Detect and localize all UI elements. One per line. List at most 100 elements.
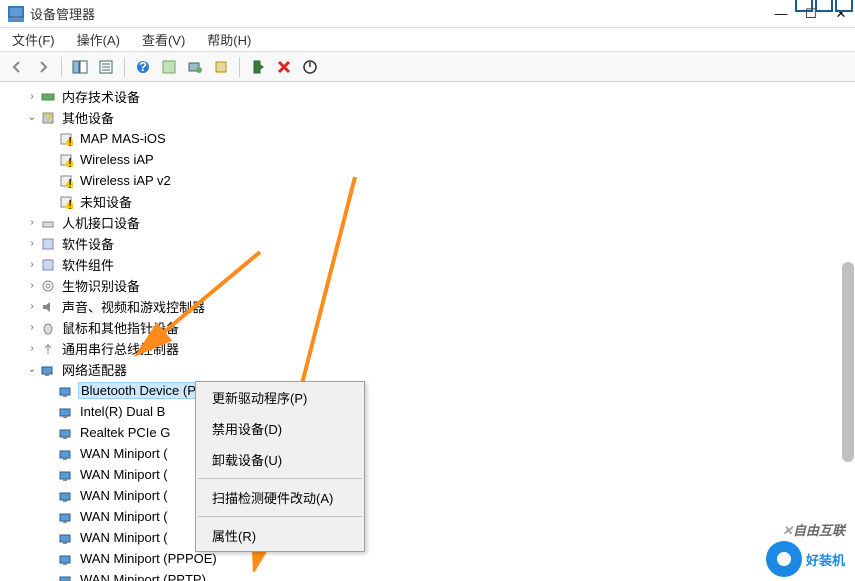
disable-device-button[interactable] xyxy=(299,56,321,78)
network-adapter-icon xyxy=(58,572,74,581)
tree-node-software-components[interactable]: › 软件组件 xyxy=(0,254,855,275)
ctx-properties[interactable]: 属性(R) xyxy=(196,520,364,551)
nav-back-button[interactable] xyxy=(6,56,28,78)
expand-icon[interactable]: › xyxy=(26,322,38,334)
tree-node-sound[interactable]: › 声音、视频和游戏控制器 xyxy=(0,296,855,317)
window-title: 设备管理器 xyxy=(30,4,775,23)
network-adapter-icon xyxy=(58,383,74,399)
unknown-device-icon: ! xyxy=(58,131,74,147)
collapse-icon[interactable]: ⌄ xyxy=(26,364,38,376)
tree-node-bluetooth-pan[interactable]: Bluetooth Device (Personal Area Network) xyxy=(0,380,855,401)
unknown-device-icon: ! xyxy=(58,152,74,168)
refresh-button[interactable] xyxy=(158,56,180,78)
expand-icon[interactable]: › xyxy=(26,343,38,355)
tree-node-wan-miniport[interactable]: WAN Miniport ( xyxy=(0,443,855,464)
unknown-device-icon: ! xyxy=(58,173,74,189)
tree-node-network-adapters[interactable]: ⌄ 网络适配器 xyxy=(0,359,855,380)
software-device-icon xyxy=(40,236,56,252)
tree-node-wan-miniport[interactable]: WAN Miniport ( xyxy=(0,506,855,527)
network-adapter-icon xyxy=(58,467,74,483)
context-menu-separator xyxy=(198,516,362,517)
svg-text:!: ! xyxy=(68,197,72,209)
tree-node-wireless-iap-v2[interactable]: ! Wireless iAP v2 xyxy=(0,170,855,191)
other-devices-icon: ? xyxy=(40,110,56,126)
watermark-haozhuangji: 好装机 xyxy=(766,541,845,577)
software-component-icon xyxy=(40,257,56,273)
show-hide-console-button[interactable] xyxy=(69,56,91,78)
memory-icon xyxy=(40,89,56,105)
network-adapter-icon xyxy=(40,362,56,378)
external-window-decorations xyxy=(795,0,853,12)
minimize-button[interactable]: — xyxy=(775,8,787,20)
tree-node-wan-miniport-pptp[interactable]: WAN Miniport (PPTP) xyxy=(0,569,855,581)
expand-icon[interactable]: › xyxy=(26,280,38,292)
menu-action[interactable]: 操作(A) xyxy=(73,28,124,51)
tree-node-other-devices[interactable]: ⌄ ? 其他设备 xyxy=(0,107,855,128)
tree-node-realtek[interactable]: Realtek PCIe G xyxy=(0,422,855,443)
nav-forward-button[interactable] xyxy=(32,56,54,78)
device-tree[interactable]: › 内存技术设备 ⌄ ? 其他设备 ! MAP MAS-iOS ! Wirele… xyxy=(0,82,855,581)
ctx-scan-hardware[interactable]: 扫描检测硬件改动(A) xyxy=(196,482,364,513)
toolbar: ? xyxy=(0,52,855,82)
tree-node-hid[interactable]: › 人机接口设备 xyxy=(0,212,855,233)
help-button[interactable]: ? xyxy=(132,56,154,78)
menu-view[interactable]: 查看(V) xyxy=(138,28,189,51)
ctx-uninstall-device[interactable]: 卸载设备(U) xyxy=(196,444,364,475)
expand-icon[interactable]: › xyxy=(26,238,38,250)
ctx-disable-device[interactable]: 禁用设备(D) xyxy=(196,413,364,444)
vertical-scrollbar[interactable] xyxy=(842,262,854,462)
expand-icon[interactable]: › xyxy=(26,301,38,313)
svg-text:?: ? xyxy=(44,111,51,125)
network-adapter-icon xyxy=(58,551,74,567)
svg-text:!: ! xyxy=(68,134,72,146)
tree-node-mouse[interactable]: › 鼠标和其他指针设备 xyxy=(0,317,855,338)
uninstall-device-button[interactable] xyxy=(273,56,295,78)
update-driver-button[interactable] xyxy=(210,56,232,78)
tree-node-software-devices[interactable]: › 软件设备 xyxy=(0,233,855,254)
watermark-ziyouhub: ✕自由互联 xyxy=(782,515,845,541)
titlebar: 设备管理器 — ☐ ✕ xyxy=(0,0,855,28)
expand-icon[interactable]: › xyxy=(26,259,38,271)
network-adapter-icon xyxy=(58,488,74,504)
network-adapter-icon xyxy=(58,530,74,546)
tree-node-wireless-iap[interactable]: ! Wireless iAP xyxy=(0,149,855,170)
properties-button[interactable] xyxy=(95,56,117,78)
device-tree-panel: › 内存技术设备 ⌄ ? 其他设备 ! MAP MAS-iOS ! Wirele… xyxy=(0,82,855,581)
scan-hardware-button[interactable] xyxy=(184,56,206,78)
network-adapter-icon xyxy=(58,425,74,441)
context-menu-separator xyxy=(198,478,362,479)
tree-node-unknown-device[interactable]: ! 未知设备 xyxy=(0,191,855,212)
tree-node-usb[interactable]: › 通用串行总线控制器 xyxy=(0,338,855,359)
watermark-logo-icon xyxy=(766,541,802,577)
tree-node-intel-wifi[interactable]: Intel(R) Dual B xyxy=(0,401,855,422)
collapse-icon[interactable]: ⌄ xyxy=(26,112,38,124)
svg-text:!: ! xyxy=(68,176,72,188)
unknown-device-icon: ! xyxy=(58,194,74,210)
tree-node-biometric[interactable]: › 生物识别设备 xyxy=(0,275,855,296)
enable-device-button[interactable] xyxy=(247,56,269,78)
context-menu: 更新驱动程序(P) 禁用设备(D) 卸载设备(U) 扫描检测硬件改动(A) 属性… xyxy=(195,381,365,552)
tree-node-memory[interactable]: › 内存技术设备 xyxy=(0,86,855,107)
tree-node-mas-ios[interactable]: ! MAP MAS-iOS xyxy=(0,128,855,149)
menu-file[interactable]: 文件(F) xyxy=(8,28,59,51)
usb-icon xyxy=(40,341,56,357)
svg-text:?: ? xyxy=(139,59,147,74)
svg-text:!: ! xyxy=(68,155,72,167)
tree-node-wan-miniport-pppoe[interactable]: WAN Miniport (PPPOE) xyxy=(0,548,855,569)
tree-node-wan-miniport[interactable]: WAN Miniport ( xyxy=(0,485,855,506)
menubar: 文件(F) 操作(A) 查看(V) 帮助(H) xyxy=(0,28,855,52)
hid-icon xyxy=(40,215,56,231)
app-icon xyxy=(8,6,24,22)
network-adapter-icon xyxy=(58,509,74,525)
network-adapter-icon xyxy=(58,404,74,420)
biometric-icon xyxy=(40,278,56,294)
tree-node-wan-miniport[interactable]: WAN Miniport ( xyxy=(0,527,855,548)
ctx-update-driver[interactable]: 更新驱动程序(P) xyxy=(196,382,364,413)
expand-icon[interactable]: › xyxy=(26,91,38,103)
network-adapter-icon xyxy=(58,446,74,462)
mouse-icon xyxy=(40,320,56,336)
tree-node-wan-miniport[interactable]: WAN Miniport ( xyxy=(0,464,855,485)
menu-help[interactable]: 帮助(H) xyxy=(203,28,255,51)
sound-icon xyxy=(40,299,56,315)
expand-icon[interactable]: › xyxy=(26,217,38,229)
